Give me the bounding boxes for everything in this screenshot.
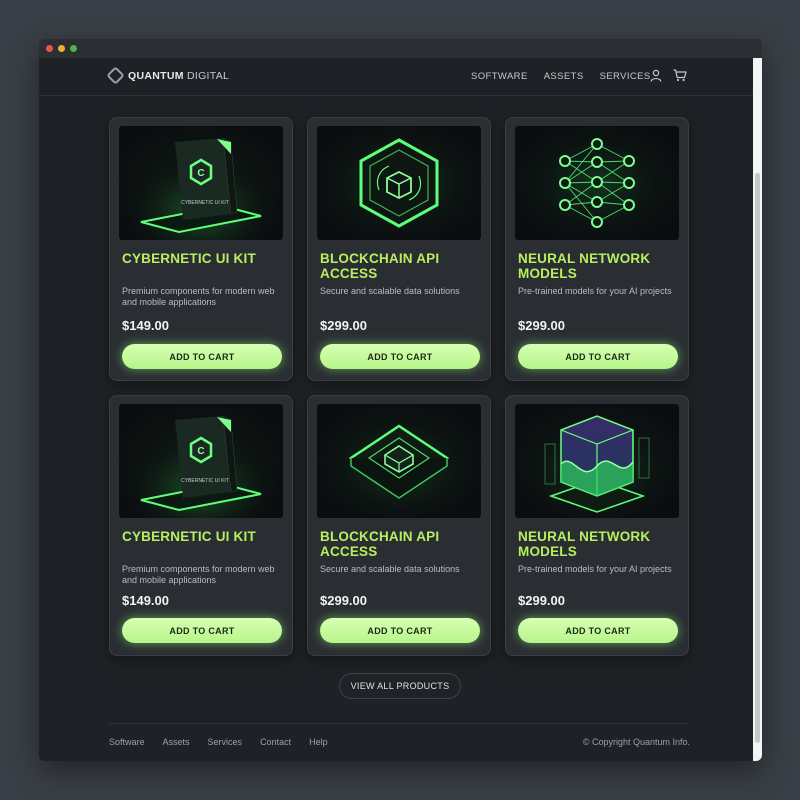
product-description: Premium components for modern web and mo… [122, 564, 275, 585]
product-grid: C CYBERNETIC UI KIT CYBERNETIC UI KIT Pr… [109, 117, 691, 656]
data-cube-image[interactable] [515, 404, 679, 518]
add-to-cart-button[interactable]: ADD TO CART [320, 618, 480, 643]
product-title[interactable]: BLOCKCHAIN API ACCESS [320, 529, 480, 559]
product-card: C CYBERNETIC UI KIT CYBERNETIC UI KIT Pr… [109, 117, 293, 381]
footer-link-help[interactable]: Help [309, 737, 328, 747]
vertical-scrollbar[interactable] [753, 58, 762, 761]
product-price: $299.00 [320, 593, 367, 608]
neural-network-image[interactable] [515, 126, 679, 240]
product-price: $149.00 [122, 593, 169, 608]
product-card: NEURAL NETWORK MODELS Pre-trained models… [505, 395, 689, 656]
minimize-window-button[interactable] [58, 45, 65, 52]
nav-assets[interactable]: ASSETS [544, 71, 584, 82]
scrollbar-thumb[interactable] [755, 173, 760, 743]
software-box-image[interactable]: C CYBERNETIC UI KIT [119, 126, 283, 240]
footer-link-software[interactable]: Software [109, 737, 145, 747]
product-title[interactable]: NEURAL NETWORK MODELS [518, 251, 678, 281]
product-description: Secure and scalable data solutions [320, 564, 460, 574]
hexagon-logo-icon [106, 66, 125, 85]
product-price: $299.00 [320, 318, 367, 333]
footer-link-assets[interactable]: Assets [163, 737, 190, 747]
close-window-button[interactable] [46, 45, 53, 52]
add-to-cart-button[interactable]: ADD TO CART [518, 344, 678, 369]
window-titlebar [39, 39, 762, 58]
nav-services[interactable]: SERVICES [600, 71, 651, 82]
browser-window: QUANTUM DIGITAL SOFTWARE ASSETS SERVICES [39, 39, 762, 761]
product-title[interactable]: BLOCKCHAIN API ACCESS [320, 251, 480, 281]
brand-name-rest: DIGITAL [183, 69, 230, 82]
add-to-cart-button[interactable]: ADD TO CART [122, 618, 282, 643]
brand-name: QUANTUM DIGITAL [128, 70, 229, 82]
product-description: Pre-trained models for your AI projects [518, 286, 672, 296]
product-price: $299.00 [518, 593, 565, 608]
product-description: Secure and scalable data solutions [320, 286, 460, 296]
box-label: CYBERNETIC UI KIT [181, 478, 229, 484]
add-to-cart-button[interactable]: ADD TO CART [518, 618, 678, 643]
product-description: Premium components for modern web and mo… [122, 286, 275, 307]
svg-text:C: C [197, 168, 204, 179]
product-title[interactable]: CYBERNETIC UI KIT [122, 529, 282, 544]
add-to-cart-button[interactable]: ADD TO CART [320, 344, 480, 369]
hexagon-cube-image[interactable] [317, 126, 481, 240]
footer-divider [109, 723, 689, 724]
nav-icons [649, 67, 687, 83]
product-card: BLOCKCHAIN API ACCESS Secure and scalabl… [307, 395, 491, 656]
copyright-text: © Copyright Quantum Info. [582, 737, 690, 747]
maximize-window-button[interactable] [70, 45, 77, 52]
product-price: $149.00 [122, 318, 169, 333]
software-box-image[interactable]: C CYBERNETIC UI KIT [119, 404, 283, 518]
brand-name-bold: QUANTUM [128, 69, 184, 82]
box-label: CYBERNETIC UI KIT [181, 200, 229, 206]
product-card: C CYBERNETIC UI KIT CYBERNETIC UI KIT Pr… [109, 395, 293, 656]
footer-links: Software Assets Services Contact Help [109, 737, 328, 747]
product-card: BLOCKCHAIN API ACCESS Secure and scalabl… [307, 117, 491, 381]
isometric-chip-image[interactable] [317, 404, 481, 518]
user-icon[interactable] [649, 67, 663, 83]
brand-logo[interactable]: QUANTUM DIGITAL [106, 66, 229, 85]
product-description: Pre-trained models for your AI projects [518, 564, 672, 574]
view-all-products-button[interactable]: VIEW ALL PRODUCTS [339, 673, 461, 699]
nav-links: SOFTWARE ASSETS SERVICES [471, 71, 651, 82]
footer-link-services[interactable]: Services [208, 737, 243, 747]
product-price: $299.00 [518, 318, 565, 333]
footer-link-contact[interactable]: Contact [260, 737, 291, 747]
product-card: NEURAL NETWORK MODELS Pre-trained models… [505, 117, 689, 381]
add-to-cart-button[interactable]: ADD TO CART [122, 344, 282, 369]
product-title[interactable]: NEURAL NETWORK MODELS [518, 529, 678, 559]
nav-software[interactable]: SOFTWARE [471, 71, 528, 82]
top-navbar: QUANTUM DIGITAL SOFTWARE ASSETS SERVICES [39, 58, 753, 96]
product-title[interactable]: CYBERNETIC UI KIT [122, 251, 282, 266]
svg-text:C: C [197, 446, 204, 457]
cart-icon[interactable] [673, 67, 687, 83]
